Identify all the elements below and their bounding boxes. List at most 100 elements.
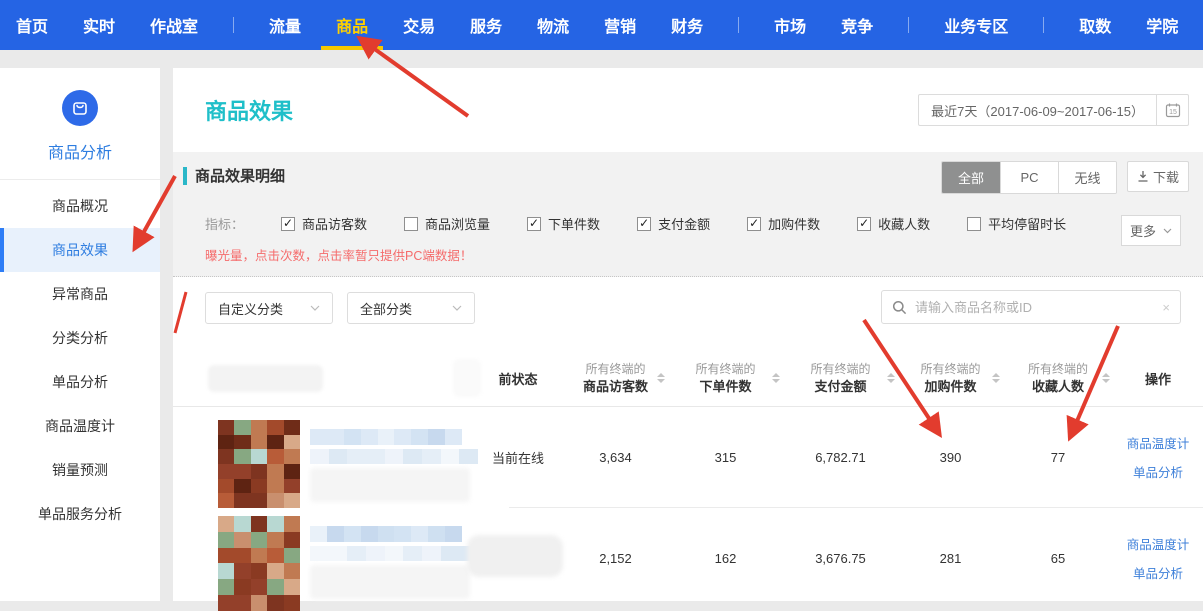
blurred-product-subtitle <box>310 449 478 464</box>
status-cell-blurred <box>473 508 563 608</box>
product-analysis-icon <box>62 90 98 126</box>
metric-checkbox-stay-time[interactable]: 平均停留时长 <box>967 214 1066 233</box>
cart-value: 390 <box>898 407 1003 507</box>
toggle-wireless-button[interactable]: 无线 <box>1058 162 1116 193</box>
visitors-value: 3,634 <box>563 407 668 507</box>
checkbox-icon[interactable] <box>281 217 295 231</box>
sidebar-item-single-item-analysis[interactable]: 单品分析 <box>0 360 160 404</box>
nav-item-data-fetch[interactable]: 取数 <box>1079 0 1111 50</box>
checkbox-icon[interactable] <box>857 217 871 231</box>
nav-item-business-zone[interactable]: 业务专区 <box>944 0 1008 50</box>
sort-icon[interactable] <box>992 373 1000 383</box>
nav-divider <box>908 17 909 33</box>
sidebar-item-abnormal-products[interactable]: 异常商品 <box>0 272 160 316</box>
nav-item-product[interactable]: 商品 <box>336 0 368 50</box>
metric-checkbox-payment[interactable]: 支付金额 <box>637 214 710 233</box>
metric-checkbox-pageviews[interactable]: 商品浏览量 <box>404 214 490 233</box>
nav-item-logistics[interactable]: 物流 <box>537 0 569 50</box>
checkbox-icon[interactable] <box>747 217 761 231</box>
sort-icon[interactable] <box>772 373 780 383</box>
sort-icon[interactable] <box>887 373 895 383</box>
checkbox-icon[interactable] <box>404 217 418 231</box>
download-icon <box>1137 170 1149 183</box>
metric-checkbox-favorites[interactable]: 收藏人数 <box>857 214 930 233</box>
all-category-select[interactable]: 全部分类 <box>347 292 475 324</box>
nav-item-realtime[interactable]: 实时 <box>83 0 115 50</box>
sidebar-item-sales-forecast[interactable]: 销量预测 <box>0 448 160 492</box>
header-cart[interactable]: 所有终端的 加购件数 <box>898 350 1003 406</box>
blurred-header-text <box>453 359 481 397</box>
nav-item-service[interactable]: 服务 <box>470 0 502 50</box>
sidebar-header: 商品分析 <box>0 68 160 180</box>
item-analysis-link[interactable]: 单品分析 <box>1133 563 1183 582</box>
pc-data-note: 曝光量，点击次数，点击率暂只提供PC端数据！ <box>205 245 472 264</box>
section-title: 商品效果明细 <box>195 165 285 186</box>
toggle-all-button[interactable]: 全部 <box>942 162 1000 193</box>
item-analysis-link[interactable]: 单品分析 <box>1133 462 1183 481</box>
detail-section-header: 商品效果明细 全部 PC 无线 下载 指标： 商品访客数 商品浏览量 下单件数 … <box>173 152 1203 277</box>
nav-item-market[interactable]: 市场 <box>774 0 806 50</box>
thermometer-link[interactable]: 商品温度计 <box>1127 433 1190 452</box>
nav-divider <box>738 17 739 33</box>
metric-checkbox-orders[interactable]: 下单件数 <box>527 214 600 233</box>
search-icon <box>892 300 907 315</box>
action-column-header: 操作 <box>1113 350 1203 406</box>
blurred-product-meta <box>310 565 470 599</box>
header-visitors[interactable]: 所有终端的 商品访客数 <box>563 350 668 406</box>
chevron-down-icon <box>452 305 462 311</box>
nav-item-home[interactable]: 首页 <box>16 0 48 50</box>
action-cell: 商品温度计 单品分析 <box>1113 407 1203 507</box>
nav-item-finance[interactable]: 财务 <box>671 0 703 50</box>
download-button[interactable]: 下载 <box>1127 161 1189 192</box>
sidebar: 商品分析 商品概况 商品效果 异常商品 分类分析 单品分析 商品温度计 销量预测… <box>0 68 160 601</box>
action-cell: 商品温度计 单品分析 <box>1113 508 1203 608</box>
nav-item-marketing[interactable]: 营销 <box>604 0 636 50</box>
checkbox-icon[interactable] <box>527 217 541 231</box>
nav-divider <box>233 17 234 33</box>
sort-icon[interactable] <box>1102 373 1110 383</box>
terminal-toggle: 全部 PC 无线 <box>941 161 1117 194</box>
toggle-pc-button[interactable]: PC <box>1000 162 1058 193</box>
thermometer-link[interactable]: 商品温度计 <box>1127 534 1190 553</box>
sidebar-item-single-service-analysis[interactable]: 单品服务分析 <box>0 492 160 536</box>
table-row: 2,152 162 3,676.75 281 65 商品温度计 单品分析 <box>173 508 1203 608</box>
header-payment[interactable]: 所有终端的 支付金额 <box>783 350 898 406</box>
sidebar-item-product-effect[interactable]: 商品效果 <box>0 228 160 272</box>
blurred-product-image <box>218 516 300 611</box>
clear-search-icon[interactable]: × <box>1162 300 1170 315</box>
favorites-value: 77 <box>1003 407 1113 507</box>
sidebar-item-product-overview[interactable]: 商品概况 <box>0 184 160 228</box>
product-column-header <box>173 350 473 406</box>
nav-item-trade[interactable]: 交易 <box>403 0 435 50</box>
orders-value: 162 <box>668 508 783 608</box>
header-favorites[interactable]: 所有终端的 收藏人数 <box>1003 350 1113 406</box>
search-input[interactable] <box>915 300 1154 315</box>
visitors-value: 2,152 <box>563 508 668 608</box>
checkbox-icon[interactable] <box>967 217 981 231</box>
nav-item-academy[interactable]: 学院 <box>1146 0 1178 50</box>
sort-icon[interactable] <box>657 373 665 383</box>
download-label: 下载 <box>1153 167 1179 186</box>
metric-checkbox-cart[interactable]: 加购件数 <box>747 214 820 233</box>
metric-checkbox-visitors[interactable]: 商品访客数 <box>281 214 367 233</box>
nav-item-traffic[interactable]: 流量 <box>269 0 301 50</box>
header-orders[interactable]: 所有终端的 下单件数 <box>668 350 783 406</box>
date-range-picker[interactable]: 最近7天（2017-06-09~2017-06-15） 15 <box>918 94 1189 126</box>
sidebar-item-category-analysis[interactable]: 分类分析 <box>0 316 160 360</box>
metrics-row: 指标： 商品访客数 商品浏览量 下单件数 支付金额 加购件数 收藏人数 平均停留… <box>205 214 1066 233</box>
custom-category-select[interactable]: 自定义分类 <box>205 292 333 324</box>
checkbox-icon[interactable] <box>637 217 651 231</box>
status-cell: 当前在线 <box>473 407 563 507</box>
nav-divider <box>1043 17 1044 33</box>
main-content: 商品效果 最近7天（2017-06-09~2017-06-15） 15 商品效果… <box>173 68 1203 601</box>
orders-value: 315 <box>668 407 783 507</box>
filter-row: 自定义分类 全部分类 <box>205 292 475 324</box>
blurred-product-image <box>218 420 300 508</box>
more-button[interactable]: 更多 <box>1121 215 1181 246</box>
sidebar-item-product-thermometer[interactable]: 商品温度计 <box>0 404 160 448</box>
nav-item-competition[interactable]: 竞争 <box>841 0 873 50</box>
favorites-value: 65 <box>1003 508 1113 608</box>
blurred-status <box>467 535 563 577</box>
nav-item-warroom[interactable]: 作战室 <box>150 0 198 50</box>
calendar-icon[interactable]: 15 <box>1156 95 1188 125</box>
